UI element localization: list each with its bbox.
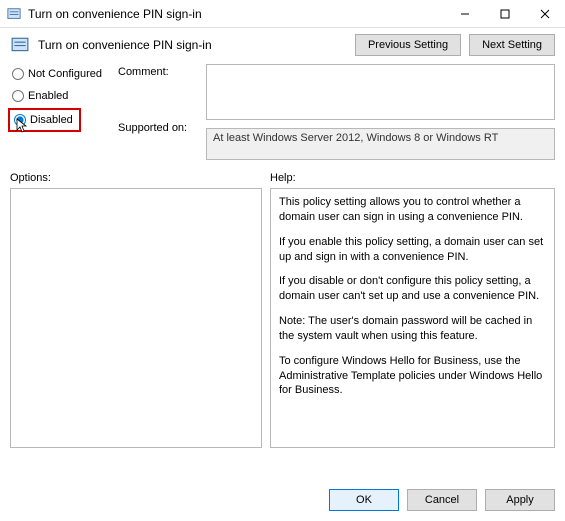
radio-not-configured[interactable]: Not Configured	[10, 66, 110, 82]
radio-label: Not Configured	[28, 68, 102, 80]
panel-labels: Options: Help:	[0, 166, 565, 188]
comment-label: Comment:	[118, 66, 198, 78]
minimize-button[interactable]	[445, 0, 485, 28]
panels: This policy setting allows you to contro…	[0, 188, 565, 448]
supported-on-text: At least Windows Server 2012, Windows 8 …	[213, 132, 498, 144]
state-radio-group: Not Configured Enabled Disabled	[10, 64, 110, 160]
policy-icon	[6, 6, 22, 22]
next-setting-button[interactable]: Next Setting	[469, 34, 555, 56]
config-area: Not Configured Enabled Disabled Comment:…	[0, 64, 565, 166]
radio-label: Disabled	[30, 114, 73, 126]
window-title: Turn on convenience PIN sign-in	[28, 7, 445, 21]
field-inputs: At least Windows Server 2012, Windows 8 …	[206, 64, 555, 160]
titlebar: Turn on convenience PIN sign-in	[0, 0, 565, 28]
options-panel[interactable]	[10, 188, 262, 448]
radio-not-configured-input[interactable]	[12, 68, 24, 80]
policy-title: Turn on convenience PIN sign-in	[38, 38, 347, 52]
previous-setting-button[interactable]: Previous Setting	[355, 34, 461, 56]
radio-enabled-input[interactable]	[12, 90, 24, 102]
radio-label: Enabled	[28, 90, 68, 102]
supported-label: Supported on:	[118, 122, 198, 134]
help-paragraph: If you disable or don't configure this p…	[279, 274, 546, 304]
radio-disabled-input[interactable]	[14, 114, 26, 126]
radio-enabled[interactable]: Enabled	[10, 88, 110, 104]
maximize-button[interactable]	[485, 0, 525, 28]
help-paragraph: If you enable this policy setting, a dom…	[279, 235, 546, 265]
dialog-footer: OK Cancel Apply	[329, 489, 555, 511]
close-button[interactable]	[525, 0, 565, 28]
help-panel[interactable]: This policy setting allows you to contro…	[270, 188, 555, 448]
comment-textarea[interactable]	[206, 64, 555, 120]
disabled-highlight: Disabled	[8, 108, 81, 132]
ok-button[interactable]: OK	[329, 489, 399, 511]
help-label: Help:	[270, 172, 555, 184]
window-controls	[445, 0, 565, 27]
policy-icon	[10, 35, 30, 55]
field-labels: Comment: Supported on:	[118, 64, 198, 160]
supported-on-box: At least Windows Server 2012, Windows 8 …	[206, 128, 555, 160]
radio-disabled[interactable]: Disabled	[12, 112, 75, 128]
help-paragraph: Note: The user's domain password will be…	[279, 314, 546, 344]
header-row: Turn on convenience PIN sign-in Previous…	[0, 28, 565, 64]
options-label: Options:	[10, 172, 270, 184]
nav-buttons: Previous Setting Next Setting	[355, 34, 555, 56]
cancel-button[interactable]: Cancel	[407, 489, 477, 511]
help-paragraph: This policy setting allows you to contro…	[279, 195, 546, 225]
help-paragraph: To configure Windows Hello for Business,…	[279, 354, 546, 399]
apply-button[interactable]: Apply	[485, 489, 555, 511]
